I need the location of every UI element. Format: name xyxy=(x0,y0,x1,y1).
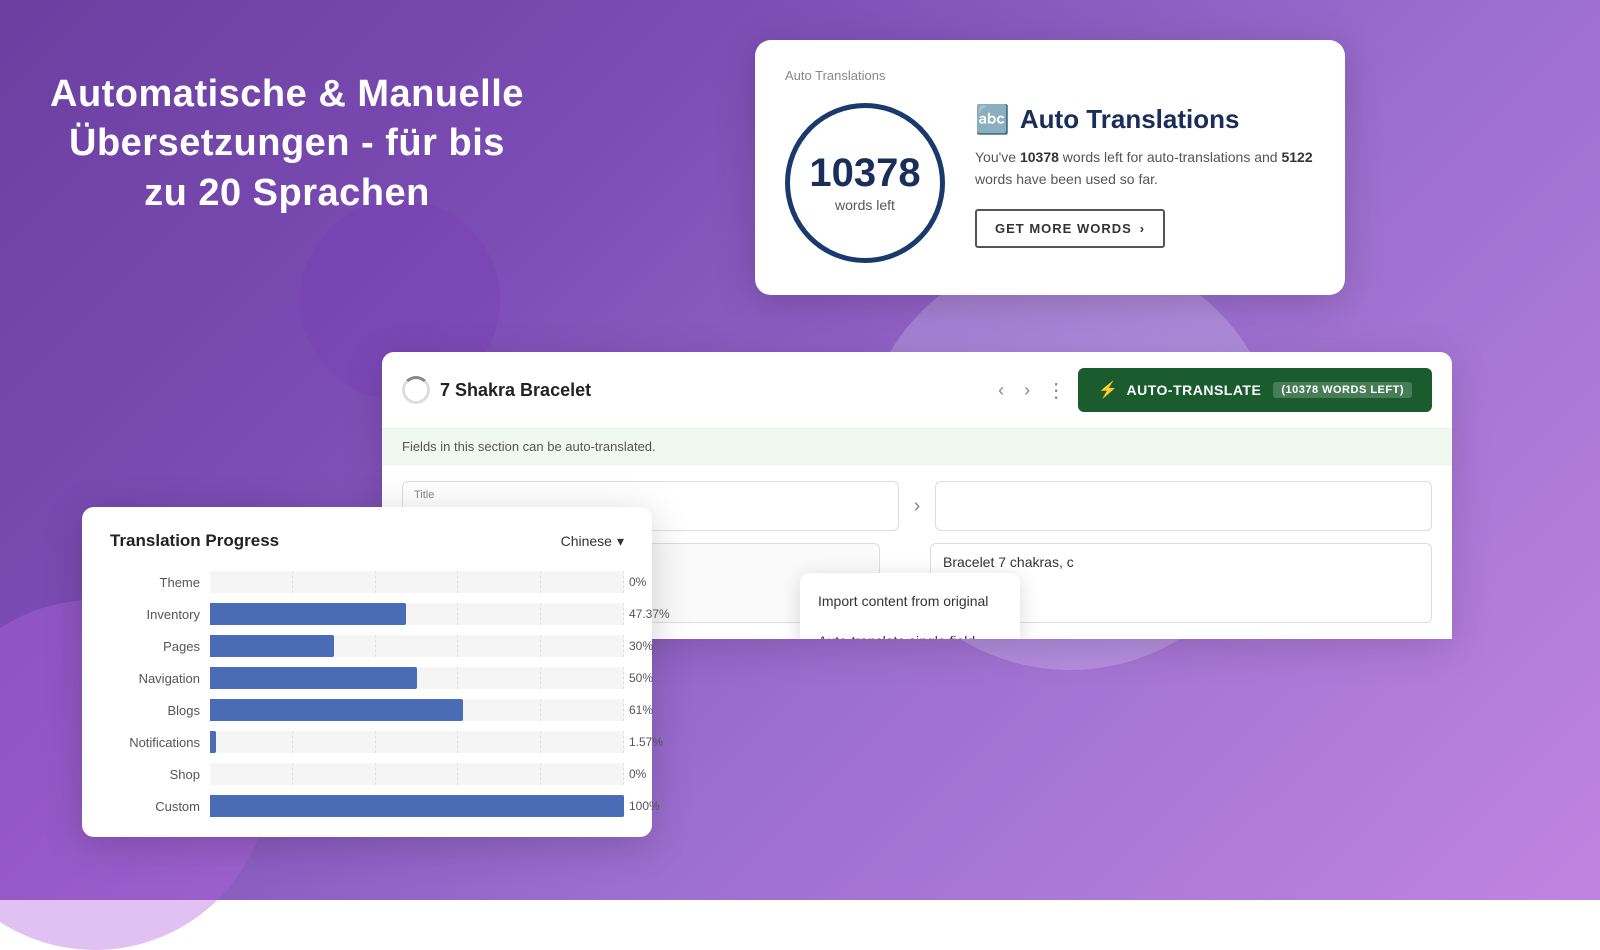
card-description: You've 10378 words left for auto-transla… xyxy=(975,146,1315,191)
card-right-title: 🔤 Auto Translations xyxy=(975,103,1315,136)
words-circle: 10378 words left xyxy=(785,103,945,263)
nav-forward-button[interactable]: › xyxy=(1020,376,1034,405)
auto-translate-button[interactable]: ⚡ AUTO-TRANSLATE (10378 WORDS LEFT) xyxy=(1078,368,1432,412)
chart-label: Inventory xyxy=(110,607,200,622)
words-left-badge: (10378 WORDS LEFT) xyxy=(1273,382,1412,398)
translate-icon: ⚡ xyxy=(1098,380,1118,400)
chart-bar-container: 47.37% xyxy=(210,603,624,625)
chart-row: Inventory 47.37% xyxy=(110,603,624,625)
import-content-menu-item[interactable]: Import content from original xyxy=(800,581,1020,621)
words-count-1: 10378 xyxy=(1020,149,1059,165)
hero-line1: Automatische & Manuelle xyxy=(50,70,524,119)
nav-back-button[interactable]: ‹ xyxy=(994,376,1008,405)
words-left-label: words left xyxy=(835,197,895,213)
title-field-right xyxy=(935,481,1432,531)
get-more-words-label: GET MORE WORDS xyxy=(995,221,1132,236)
more-options-button[interactable]: ⋮ xyxy=(1046,378,1066,403)
chart-label: Navigation xyxy=(110,671,200,686)
chart-bar-label: 0% xyxy=(629,575,669,589)
chart-bar-container: 0% xyxy=(210,571,624,593)
editor-title: 7 Shakra Bracelet xyxy=(440,380,591,401)
card-right: 🔤 Auto Translations You've 10378 words l… xyxy=(975,103,1315,248)
chart-bar-container: 50% xyxy=(210,667,624,689)
chart-label: Notifications xyxy=(110,735,200,750)
chart-bar-label: 47.37% xyxy=(629,607,669,621)
chart-bar-container: 61% xyxy=(210,699,624,721)
chart-row: Notifications 1.57% xyxy=(110,731,624,753)
chart-bar-label: 30% xyxy=(629,639,669,653)
card-label: Auto Translations xyxy=(785,68,1315,83)
words-count-2: 5122 xyxy=(1281,149,1312,165)
chart-label: Theme xyxy=(110,575,200,590)
language-selector[interactable]: Chinese ▾ xyxy=(561,533,624,550)
auto-translate-label: AUTO-TRANSLATE xyxy=(1127,382,1262,398)
chart-bar-label: 61% xyxy=(629,703,669,717)
desc-translated-text: Bracelet 7 chakras, c xyxy=(943,554,1074,570)
get-more-words-button[interactable]: GET MORE WORDS › xyxy=(975,209,1165,248)
title-input-translated[interactable] xyxy=(935,481,1432,531)
chart-label: Custom xyxy=(110,799,200,814)
title-label: Title xyxy=(414,489,434,501)
chart-bar-label: 50% xyxy=(629,671,669,685)
chart-row: Shop 0% xyxy=(110,763,624,785)
editor-controls: ‹ › ⋮ ⚡ AUTO-TRANSLATE (10378 WORDS LEFT) xyxy=(994,368,1432,412)
chart-bar-container: 0% xyxy=(210,763,624,785)
translation-progress-card: Translation Progress Chinese ▾ Theme 0% In… xyxy=(82,507,652,837)
desc-arrow-area[interactable]: › Import content from original Auto-tran… xyxy=(890,543,920,623)
hero-line3: zu 20 Sprachen xyxy=(50,169,524,218)
chart-bar-label: 1.57% xyxy=(629,735,669,749)
chart-bar-label: 0% xyxy=(629,767,669,781)
auto-translate-single-menu-item[interactable]: Auto-translate single field xyxy=(800,621,1020,639)
chart-row: Custom 100% xyxy=(110,795,624,817)
chart-bar-container: 100% xyxy=(210,795,624,817)
auto-translations-card: Auto Translations 10378 words left 🔤 Aut… xyxy=(755,40,1345,295)
chevron-down-icon: ▾ xyxy=(617,533,624,550)
chart-row: Theme 0% xyxy=(110,571,624,593)
chart-area: Theme 0% Inventory 47.37% Pages 30% Navigation… xyxy=(110,571,624,817)
context-menu: Import content from original Auto-transl… xyxy=(800,573,1020,639)
chart-bar-container: 30% xyxy=(210,635,624,657)
chart-label: Pages xyxy=(110,639,200,654)
auto-translate-notice: Fields in this section can be auto-trans… xyxy=(382,429,1452,465)
notice-text: Fields in this section can be auto-trans… xyxy=(402,439,656,454)
chart-row: Blogs 61% xyxy=(110,699,624,721)
hero-line2: Übersetzungen - für bis xyxy=(50,119,524,168)
words-number: 10378 xyxy=(809,153,920,193)
chevron-right-icon: › xyxy=(1140,221,1145,236)
chart-bar-label: 100% xyxy=(629,799,669,813)
progress-header: Translation Progress Chinese ▾ xyxy=(110,531,624,551)
chart-label: Shop xyxy=(110,767,200,782)
hero-text: Automatische & Manuelle Übersetzungen - … xyxy=(50,70,524,218)
card-title-text: Auto Translations xyxy=(1020,104,1240,135)
translate-icon-large: 🔤 xyxy=(975,103,1010,136)
field-arrow-icon: › xyxy=(909,481,926,531)
chart-label: Blogs xyxy=(110,703,200,718)
editor-header: 7 Shakra Bracelet ‹ › ⋮ ⚡ AUTO-TRANSLATE (… xyxy=(382,352,1452,429)
language-label: Chinese xyxy=(561,533,612,549)
spinner-icon xyxy=(402,376,430,404)
editor-title-area: 7 Shakra Bracelet xyxy=(402,376,591,404)
chart-row: Navigation 50% xyxy=(110,667,624,689)
chart-row: Pages 30% xyxy=(110,635,624,657)
progress-title: Translation Progress xyxy=(110,531,279,551)
chart-bar-container: 1.57% xyxy=(210,731,624,753)
